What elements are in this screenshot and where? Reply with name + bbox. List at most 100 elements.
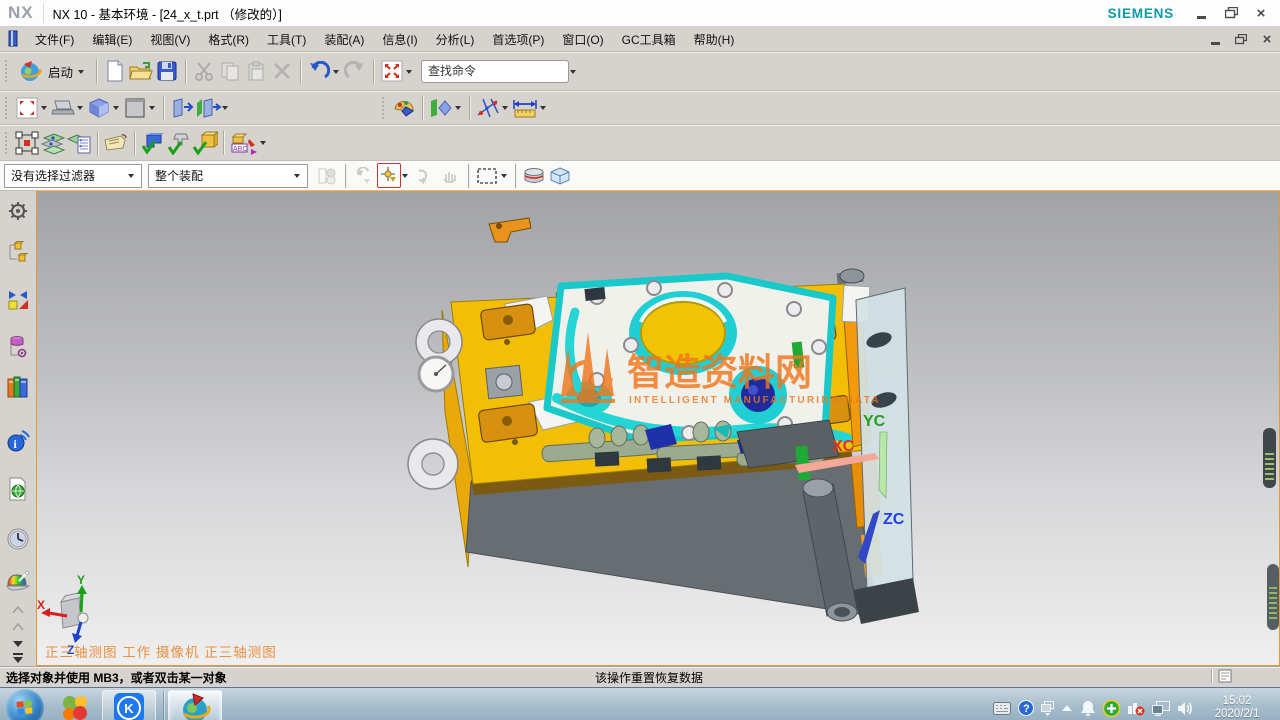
dimension-button[interactable] (511, 95, 539, 121)
menu-format[interactable]: 格式(R) (199, 29, 258, 49)
measure-button[interactable] (475, 95, 501, 121)
new-file-button[interactable] (102, 58, 128, 84)
rendering-style-button[interactable] (122, 95, 148, 121)
taskbar-app-petals[interactable] (52, 689, 98, 720)
toolbar-grip[interactable] (5, 60, 10, 82)
selection-scope-dropdown[interactable]: 整个装配 (148, 164, 308, 188)
transparent-display-button[interactable] (547, 163, 573, 189)
restore-button[interactable] (1224, 7, 1238, 19)
fit-view-button[interactable] (14, 95, 40, 121)
chevron-down-icon[interactable] (260, 141, 266, 148)
resource-scroll-down-button[interactable] (4, 637, 32, 652)
chevron-down-icon[interactable] (501, 174, 507, 181)
selection-filter-dropdown[interactable]: 没有选择过滤器 (4, 164, 142, 188)
start-button[interactable] (6, 689, 44, 720)
taskbar-app-k[interactable]: K (102, 690, 156, 720)
chevron-down-icon[interactable] (77, 106, 83, 113)
assembly-constraints-button[interactable] (140, 130, 166, 156)
network-error-icon[interactable] (1127, 700, 1145, 716)
chevron-down-icon[interactable] (149, 106, 155, 113)
menu-analysis[interactable]: 分析(L) (427, 29, 484, 49)
graphics-viewport[interactable]: XC YC ZC X Y (36, 191, 1280, 666)
antivirus-icon[interactable] (1103, 700, 1120, 717)
speaker-icon[interactable] (1177, 701, 1194, 716)
minimize-button[interactable] (1194, 7, 1208, 19)
show-hide-button[interactable] (428, 95, 454, 121)
mdi-restore-button[interactable] (1234, 33, 1248, 45)
toolbar-grip[interactable] (5, 97, 10, 119)
internet-explorer-button[interactable]: i (4, 429, 32, 453)
menu-assemblies[interactable]: 装配(A) (315, 29, 373, 49)
clip-section-button[interactable] (195, 95, 221, 121)
reuse-library-button[interactable] (4, 375, 32, 399)
mdi-close-button[interactable]: × (1260, 33, 1274, 45)
chevron-down-icon[interactable] (406, 70, 412, 77)
note-window-icon[interactable] (1218, 669, 1232, 683)
window-section-button[interactable] (169, 95, 195, 121)
roles-gear-button[interactable] (4, 201, 32, 221)
history-button[interactable] (4, 527, 32, 551)
cad-model-canvas[interactable]: XC YC ZC X Y (37, 192, 1279, 665)
mdi-minimize-button[interactable] (1208, 33, 1222, 45)
help-icon[interactable]: ? (1018, 700, 1034, 716)
touch-mode-button[interactable] (379, 58, 405, 84)
find-command-input[interactable] (426, 63, 585, 79)
dropdown-button[interactable] (124, 167, 139, 185)
chevron-down-icon[interactable] (333, 70, 339, 77)
menu-file[interactable]: 文件(F) (26, 29, 83, 49)
role-palette-button[interactable] (391, 95, 417, 121)
clearance-analysis-button[interactable] (166, 130, 192, 156)
menu-gc-toolbox[interactable]: GC工具箱 (613, 29, 685, 49)
resource-expand-button[interactable] (4, 651, 32, 666)
web-browser-button[interactable] (4, 477, 32, 501)
layer-settings-button[interactable] (40, 130, 66, 156)
chevron-down-icon[interactable] (502, 106, 508, 113)
window-switch-icon[interactable] (1041, 701, 1054, 716)
menu-preferences[interactable]: 首选项(P) (483, 29, 553, 49)
chevron-down-icon[interactable] (455, 106, 461, 113)
taskbar-app-nx[interactable] (168, 690, 222, 720)
menu-window[interactable]: 窗口(O) (553, 29, 612, 49)
dropdown-button[interactable] (290, 167, 305, 185)
cad-model[interactable] (408, 218, 1279, 630)
chevron-down-icon[interactable] (41, 106, 47, 113)
menu-help[interactable]: 帮助(H) (685, 29, 744, 49)
chevron-down-icon[interactable] (113, 106, 119, 113)
orient-view-button[interactable] (86, 95, 112, 121)
layer-visible-button[interactable] (66, 130, 92, 156)
show-hidden-icons[interactable] (1061, 704, 1073, 712)
toolbar-grip[interactable] (5, 132, 10, 154)
highlight-rollover-button[interactable] (521, 163, 547, 189)
hand-tool-button (437, 163, 463, 189)
bell-icon[interactable] (1080, 700, 1096, 716)
constraint-navigator-button[interactable] (4, 289, 32, 311)
rectangle-select-button[interactable] (474, 163, 500, 189)
edit-object-display-button[interactable]: ABC (229, 130, 259, 156)
assembly-navigator-button[interactable] (4, 241, 32, 265)
undo-button[interactable] (306, 58, 332, 84)
open-file-button[interactable] (128, 58, 154, 84)
chevron-down-icon[interactable] (570, 70, 576, 77)
part-navigator-button[interactable] (4, 335, 32, 359)
keyboard-icon[interactable] (993, 702, 1011, 715)
close-button[interactable]: × (1254, 7, 1268, 19)
menu-view[interactable]: 视图(V) (141, 29, 199, 49)
taskbar-clock[interactable]: 15:02 2020/2/1 (1202, 695, 1278, 720)
display-mode-button[interactable] (50, 95, 76, 121)
display-network-icon[interactable] (1152, 701, 1170, 716)
find-command-box[interactable] (421, 60, 569, 83)
move-component-button[interactable] (14, 130, 40, 156)
system-scenes-button[interactable] (4, 569, 32, 591)
wave-geometry-button[interactable] (192, 130, 218, 156)
chevron-down-icon[interactable] (540, 106, 546, 113)
chevron-down-icon[interactable] (222, 106, 228, 113)
snap-point-button[interactable] (377, 163, 401, 188)
menu-edit[interactable]: 编辑(E) (83, 29, 141, 49)
save-button[interactable] (154, 58, 180, 84)
menu-tools[interactable]: 工具(T) (258, 29, 315, 49)
chevron-down-icon[interactable] (402, 174, 408, 181)
menu-information[interactable]: 信息(I) (373, 29, 426, 49)
annotation-button[interactable] (103, 130, 129, 156)
start-menu-button[interactable]: 启动 (14, 57, 91, 85)
toolbar-grip[interactable] (382, 97, 387, 119)
